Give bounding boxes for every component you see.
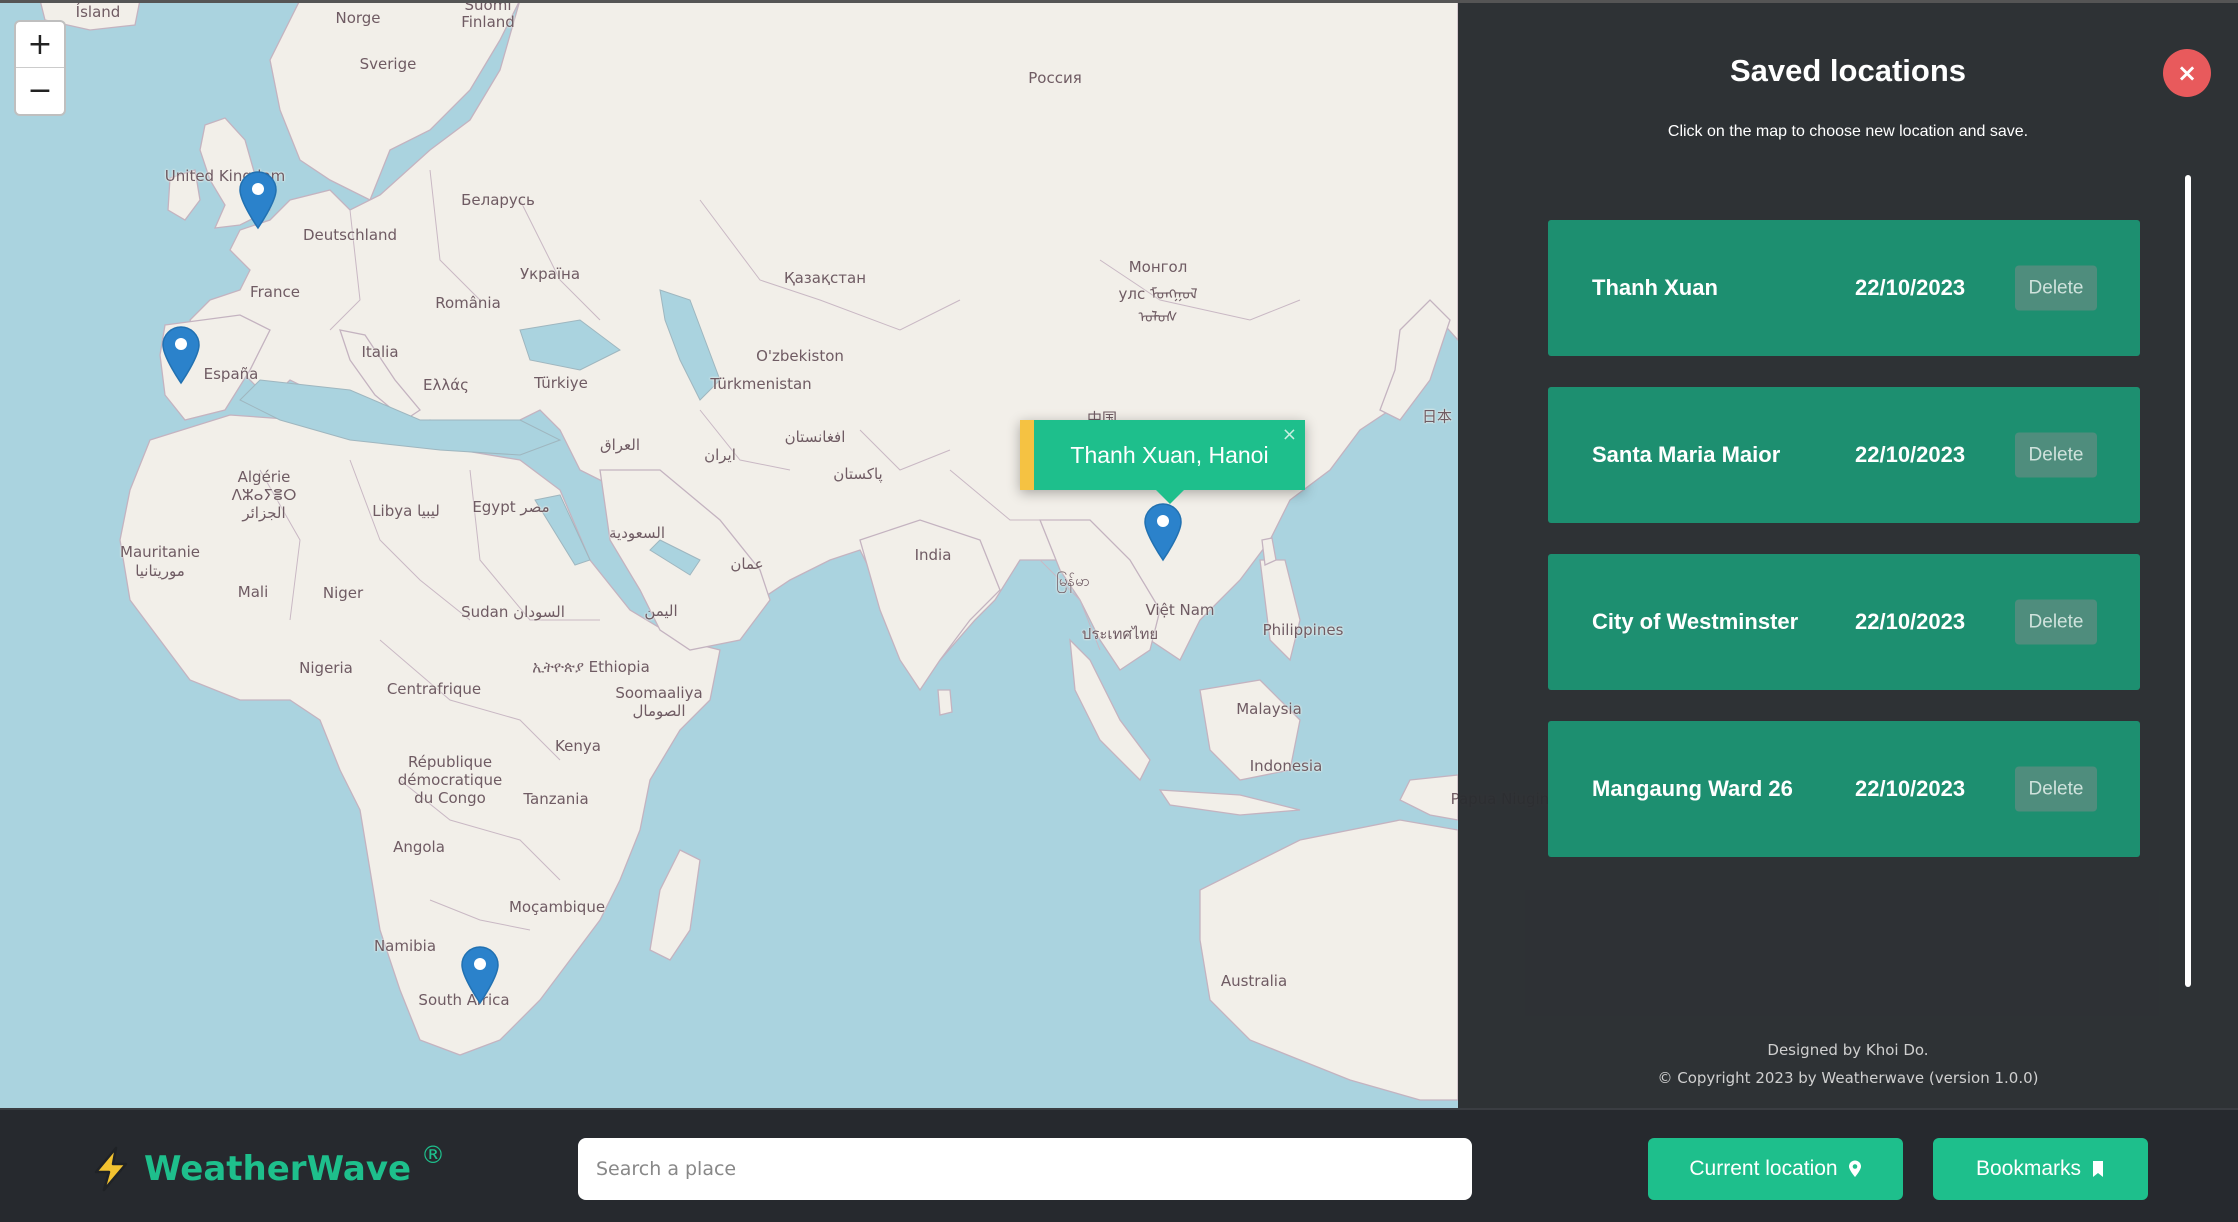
close-panel-button[interactable]: ×	[2163, 49, 2211, 97]
location-card[interactable]: Santa Maria Maior 22/10/2023 Delete	[1548, 387, 2140, 523]
top-border	[0, 0, 2238, 3]
popup-tip	[1155, 490, 1184, 504]
bookmarks-label: Bookmarks	[1975, 1157, 2082, 1180]
location-card[interactable]: Thanh Xuan 22/10/2023 Delete	[1548, 220, 2140, 356]
location-name: Santa Maria Maior	[1592, 442, 1781, 467]
brand-name: WeatherWave	[144, 1149, 412, 1189]
panel-instruction: Click on the map to choose new location …	[1667, 123, 2029, 140]
popup-close-icon[interactable]: ×	[1282, 424, 1297, 445]
panel-scrollbar[interactable]	[2185, 175, 2191, 987]
bookmark-icon	[2093, 1161, 2104, 1177]
location-name: City of Westminster	[1592, 609, 1799, 634]
map-pin-icon	[1144, 503, 1182, 562]
saved-locations-panel: Saved locations × Click on the map to ch…	[1458, 3, 2238, 1108]
location-card[interactable]: Mangaung Ward 26 22/10/2023 Delete	[1548, 721, 2140, 857]
delete-location-button[interactable]: Delete	[2015, 265, 2097, 311]
bookmarks-button[interactable]: Bookmarks	[1933, 1138, 2148, 1200]
footer-copyright: © Copyright 2023 by Weatherwave (version…	[1657, 1069, 2039, 1087]
delete-location-button[interactable]: Delete	[2015, 599, 2097, 645]
panel-title: Saved locations	[1729, 53, 1967, 88]
location-popup: Thanh Xuan, Hanoi ×	[1020, 420, 1305, 504]
map-marker-london[interactable]	[238, 170, 278, 230]
location-date: 22/10/2023	[1855, 609, 1966, 634]
map-pin-icon	[1848, 1160, 1861, 1177]
bottom-toolbar: WeatherWave ® Current location Bookmarks	[0, 1108, 2238, 1222]
map-marker-hanoi[interactable]	[1143, 502, 1183, 562]
registered-mark: ®	[421, 1141, 446, 1169]
map-pin-icon	[239, 171, 277, 230]
search-input[interactable]	[578, 1138, 1472, 1200]
zoom-in-button[interactable]: +	[16, 22, 64, 68]
zoom-out-button[interactable]: −	[16, 68, 64, 113]
current-location-label: Current location	[1689, 1157, 1838, 1180]
location-date: 22/10/2023	[1855, 275, 1966, 300]
brand-logo[interactable]: WeatherWave ®	[90, 1141, 446, 1194]
popup-text: Thanh Xuan, Hanoi	[1070, 441, 1269, 468]
location-date: 22/10/2023	[1855, 776, 1966, 801]
location-name: Thanh Xuan	[1592, 275, 1718, 300]
location-name: Mangaung Ward 26	[1592, 776, 1793, 801]
zoom-control: + −	[14, 20, 66, 116]
current-location-button[interactable]: Current location	[1648, 1138, 1903, 1200]
location-date: 22/10/2023	[1855, 442, 1966, 467]
delete-location-button[interactable]: Delete	[2015, 766, 2097, 812]
delete-location-button[interactable]: Delete	[2015, 432, 2097, 478]
map-marker-bloemfontein[interactable]	[460, 945, 500, 1005]
map-pin-icon	[162, 326, 200, 385]
close-icon: ×	[2176, 59, 2198, 87]
lightning-bolt-icon	[94, 1146, 128, 1192]
map-pin-icon	[461, 946, 499, 1005]
footer-credit: Designed by Khoi Do.	[1767, 1041, 1929, 1059]
location-card[interactable]: City of Westminster 22/10/2023 Delete	[1548, 554, 2140, 690]
map-marker-lisbon[interactable]	[161, 325, 201, 385]
